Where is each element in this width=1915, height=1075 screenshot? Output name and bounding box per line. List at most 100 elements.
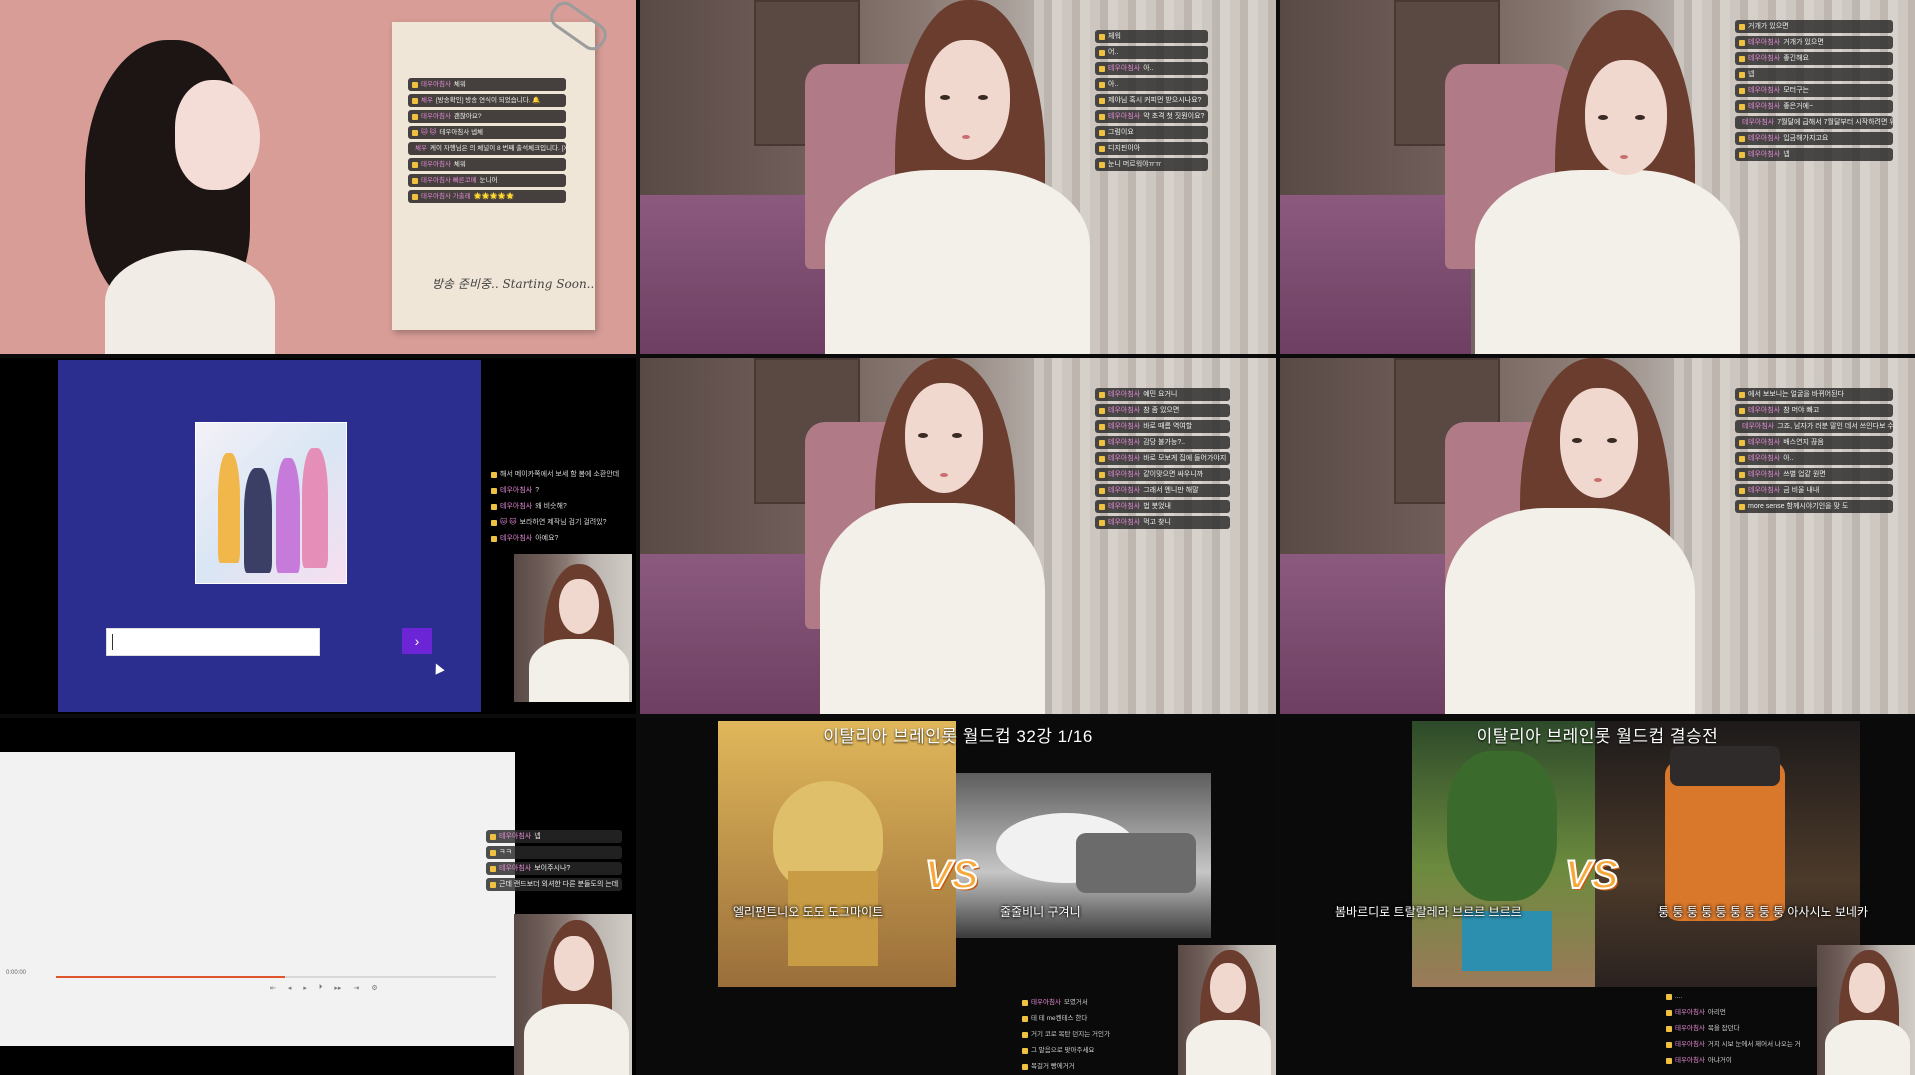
badge-icon [1099,33,1105,40]
right-choice-image[interactable] [956,773,1211,938]
badge-icon [412,193,418,200]
badge-icon [1666,1041,1672,1048]
badge-icon [490,849,496,856]
badge-icon [1739,103,1745,110]
chat-text: ㅋㅋ [499,849,512,856]
player-control-icon[interactable]: ⏵ [319,984,323,992]
chat-message: 테우아침사 먹고 찾니 [1095,516,1231,529]
badge-icon [1739,407,1745,414]
chat-nickname: 테우아침사 [1675,1041,1705,1048]
chat-message: 테우아침사 보이주시나? [486,862,623,875]
chat-nickname: 테우아침사 [500,487,533,494]
chat-overlay: .... 테우아침사 아리먼 테우아침사 목을 잡던다 테우아침사 거지 시보 눈에서 제어… [1662,990,1805,1067]
chat-nickname: 테우아침사 [1748,439,1781,446]
chat-text: 체워 [453,161,466,168]
chat-overlay: 테우아침사 넵 ㅋㅋ 테우아침사 보이주시나? 근데 랜드보더 외셔한 다른 분들도의 는… [486,830,623,891]
chat-message: 테우아침사 입금해가지고요 [1735,132,1893,145]
chat-message: 테우아침사 모였거서 [1018,996,1114,1009]
chat-nickname: 테우아침사 [1748,471,1781,478]
chat-message: 목걸거 빵에거거 [1018,1060,1114,1073]
badge-icon [1739,439,1745,446]
side-chat: 해서 메이카쪽에서 보세 함 봄에 소환안데 테우아침사? 테우아침사 왜 비슷해? 🐱… [487,468,623,545]
chat-message: 그럼이요 [1095,126,1209,139]
chat-message: 근데 랜드보더 외셔한 다른 분들도의 는데 [486,878,623,891]
progress-bar[interactable] [56,976,496,978]
chat-text: 넵 [1748,71,1755,78]
chat-message: 테우아침사 빠른코메 눈니어 [408,174,566,187]
badge-icon [1099,65,1105,72]
badge-icon [1099,487,1105,494]
player-control-icon[interactable]: ◂ [288,984,292,992]
chat-text: 테우아침사 넵체 [439,129,484,136]
badge-icon [1099,129,1105,136]
player-controls[interactable]: ⇤ ◂ ▸ ⏵ ▸▸ ⇥ ⚙ [270,984,378,992]
chat-text: 그럼이요 [1108,129,1134,136]
player-control-icon[interactable]: ⚙ [371,984,377,992]
chat-text: 거개가 있으면 [1783,39,1824,46]
badge-icon [1739,55,1745,62]
chat-text: 약 초격 첫 짓뭔이요? [1143,113,1205,120]
chat-nickname: 테우아침사 [1748,455,1781,462]
player-control-icon[interactable]: ⇤ [270,984,276,992]
chat-text: 그죠, 남자가 러분 말인 데서 쓰인다보 수는 없다보니 [1777,423,1893,430]
note-card: 테우아침사 체워 체우 [방송확인] 방송 연식이 되었습니다. 🔔 테우아침사 괜찮아요… [392,22,595,330]
badge-icon [1099,455,1105,462]
portrait-shoulder [105,250,275,354]
badge-icon [1099,391,1105,398]
left-choice-image[interactable] [718,721,956,987]
chat-nickname: 테우아침사 [1742,423,1775,430]
chat-message: 어.. [1095,46,1209,59]
stream-tile-starting-soon: 테우아침사 체워 체우 [방송확인] 방송 연식이 되었습니다. 🔔 테우아침사 괜찮아요… [0,0,636,354]
badge-icon [1099,503,1105,510]
chat-text: 감당 불가능?.. [1143,439,1186,446]
badge-icon [412,129,418,136]
chat-nickname: 테우아침사 빠른코메 [421,177,477,184]
player-control-icon[interactable]: ⇥ [353,984,359,992]
chat-message: 체워 [1095,30,1209,43]
chat-nickname: 테우아침사 [1748,87,1781,94]
chat-text: 눈니 머르워야ㅠㅠ [1108,161,1162,168]
stream-tile-cam-4: 에서 보보니는 얼굴을 바뀌어된다 테우아침사 참 머야 빠고 테우아침사 그죠, 남자… [1280,358,1915,714]
answer-input[interactable] [106,628,320,656]
player-control-icon[interactable]: ▸ [303,984,307,992]
badge-icon [1739,503,1745,510]
chat-text: 체워 [1108,33,1121,40]
chat-message: 눈니 머르워야ㅠㅠ [1095,158,1209,171]
chat-message: 에서 보보니는 얼굴을 바뀌어된다 [1735,388,1893,401]
stream-tile-worldcup-32: 이탈리아 브레인롯 월드컵 32강 1/16 VS 엘리펀트니오 도도 도그마이… [640,718,1276,1075]
chat-nickname: 테우아침사 [1108,471,1141,478]
chat-message: 테우아침사 모터구는 [1735,84,1893,97]
stream-tile-cam-3: 테우아침사 예민 요거니 테우아침사 참 좀 있으면 테우아침사 바로 때름 역여할 테우아… [640,358,1276,714]
chat-text: 에서 보보니는 얼굴을 바뀌어된다 [1748,391,1844,398]
chat-text: 근데 랜드보더 외셔한 다른 분들도의 는데 [499,881,619,888]
chat-text: 체워 [453,81,466,88]
badge-icon [1739,471,1745,478]
chat-nickname: 테우아침사 [1108,439,1141,446]
chat-message: 아.. [1095,78,1209,91]
chat-message: 테우아침사 좋긴해요 [1735,52,1893,65]
chat-nickname: 테우아침사 [1742,119,1775,126]
chat-message: 체우케이 자행님은 의 체널이 8 번째 출석체크입니다. [X연속] [408,142,566,155]
chat-text: 거개가 있으면 [1748,23,1789,30]
chat-nickname: 테우아침사 [1108,113,1141,120]
video-page: 0:00:00 ⇤ ◂ ▸ ⏵ ▸▸ ⇥ ⚙ [0,752,515,1046]
chat-overlay: 체워 어.. 테우아침사 아.. 아.. 제야님 혹시 커피먼 받으시나요? 테우아침사 약 … [1095,30,1209,171]
chat-nickname: 테우아침사 [1748,103,1781,110]
player-control-icon[interactable]: ▸▸ [334,984,341,992]
stream-tile-video-player: 0:00:00 ⇤ ◂ ▸ ⏵ ▸▸ ⇥ ⚙ 테우아침사 넵 ㅋㅋ 테우아침사 보이주시나? 근데 랜… [0,718,636,1075]
chat-text: 아냐거이 [1707,1057,1732,1064]
badge-icon [1022,999,1028,1006]
chat-text: 아.. [1783,455,1794,462]
chat-message: 🐱 🐱 보라하연 제작님 검기 걸려있? [487,516,623,529]
badge-icon [1022,1031,1028,1038]
badge-icon [1739,87,1745,94]
badge-icon [491,535,497,542]
badge-icon [1666,993,1672,1000]
chat-text: 목을 잡던다 [1707,1025,1740,1032]
badge-icon [1739,39,1745,46]
note-chat: 테우아침사 체워 체우 [방송확인] 방송 연식이 되었습니다. 🔔 테우아침사 괜찮아요… [408,78,566,203]
submit-button[interactable]: › [402,628,432,654]
chat-text: 아.. [1143,65,1154,72]
chat-message: 테우아침사? [487,484,623,497]
badge-icon [1739,487,1745,494]
